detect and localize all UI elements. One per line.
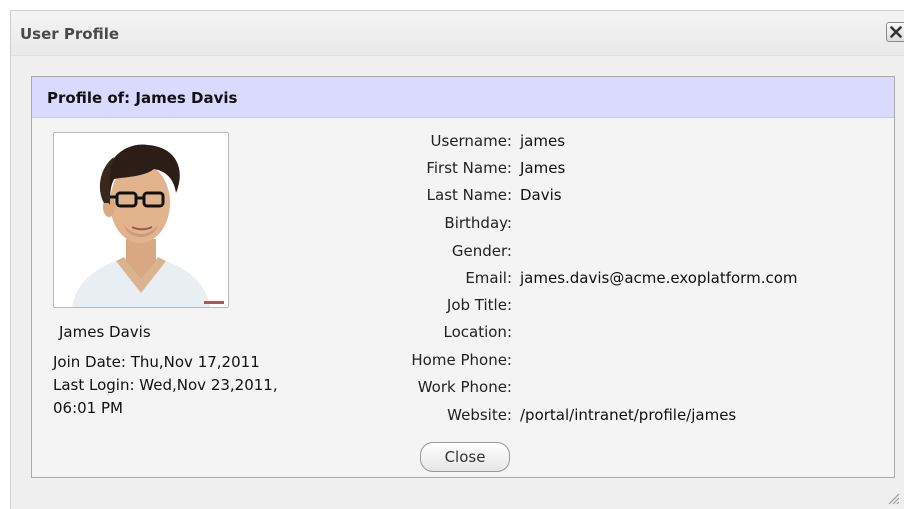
close-icon[interactable] xyxy=(886,22,904,42)
last-login-time: 06:01 PM xyxy=(53,399,123,417)
location-label: Location: xyxy=(443,323,513,341)
profile-panel-title: Profile of: James Davis xyxy=(47,89,238,107)
work-phone-label: Work Phone: xyxy=(417,378,512,396)
dialog-title: User Profile xyxy=(20,25,120,43)
last-login: Last Login: Wed,Nov 23,2011, xyxy=(53,376,278,394)
user-profile-dialog: User Profile Profile of: James Davis Jam… xyxy=(10,10,904,509)
job-title-label: Job Title: xyxy=(446,296,512,314)
join-date: Join Date: Thu,Nov 17,2011 xyxy=(53,353,260,371)
username-value: james xyxy=(520,132,566,150)
email-label: Email: xyxy=(465,269,512,287)
website-label: Website: xyxy=(447,406,512,424)
profile-panel-header: Profile of: James Davis xyxy=(32,77,894,118)
first-name-value: James xyxy=(520,159,566,177)
avatar-caption-name: James Davis xyxy=(59,323,151,341)
resize-grip-icon[interactable] xyxy=(886,491,900,505)
email-value[interactable]: james.davis@acme.exoplatform.com xyxy=(520,269,798,287)
profile-panel: Profile of: James Davis James Davis Join… xyxy=(31,76,895,478)
first-name-label: First Name: xyxy=(426,159,512,177)
home-phone-label: Home Phone: xyxy=(411,351,512,369)
username-label: Username: xyxy=(430,132,512,150)
birthday-label: Birthday: xyxy=(444,214,512,232)
last-name-label: Last Name: xyxy=(426,186,512,204)
gender-label: Gender: xyxy=(451,242,512,260)
last-name-value: Davis xyxy=(520,186,562,204)
avatar xyxy=(53,132,229,308)
close-button[interactable]: Close xyxy=(420,442,510,472)
website-value[interactable]: /portal/intranet/profile/james xyxy=(520,406,736,424)
dialog-titlebar[interactable]: User Profile xyxy=(11,11,904,56)
